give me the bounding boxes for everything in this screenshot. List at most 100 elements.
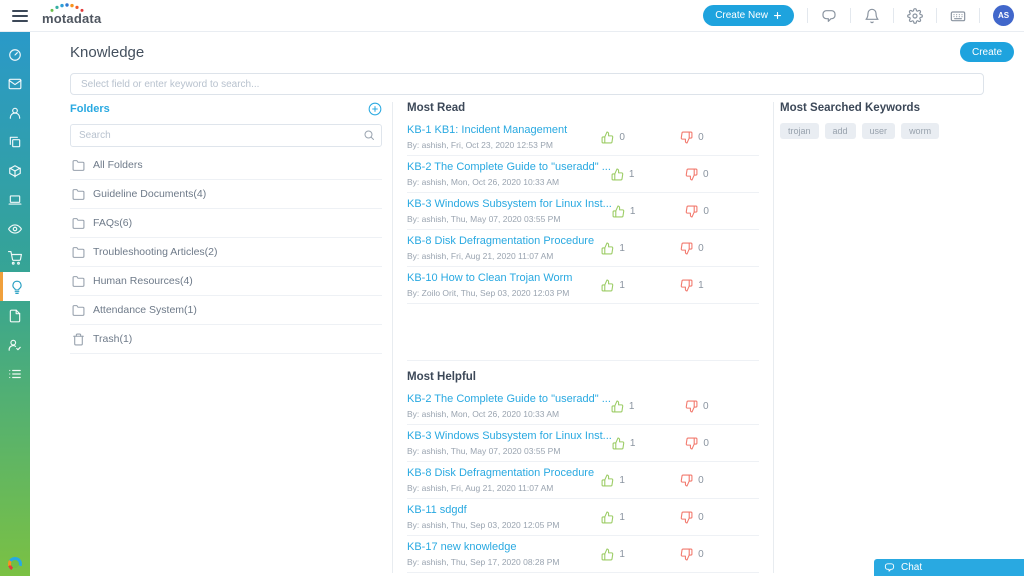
thumbs-down-button[interactable]: 0 — [680, 548, 759, 561]
sidebar-item-copy-icon[interactable] — [0, 127, 30, 156]
keyword-tag[interactable]: trojan — [780, 123, 819, 139]
article-link[interactable]: KB-3 Windows Subsystem for Linux Inst... — [407, 430, 612, 443]
like-count: 1 — [619, 243, 625, 254]
thumbs-down-icon — [680, 474, 693, 487]
thumbs-up-icon — [601, 242, 614, 255]
sidebar-item-mail-icon[interactable] — [0, 69, 30, 98]
folder-icon — [72, 217, 85, 230]
keyword-tag[interactable]: worm — [901, 123, 939, 139]
avatar[interactable]: AS — [993, 5, 1014, 26]
keyword-tag[interactable]: user — [862, 123, 896, 139]
folder-item[interactable]: Guideline Documents(4) — [70, 180, 382, 209]
keyword-tag[interactable]: add — [825, 123, 856, 139]
sidebar-item-bulb-icon[interactable] — [0, 272, 30, 301]
folder-item[interactable]: Trash(1) — [70, 325, 382, 354]
folder-item[interactable]: FAQs(6) — [70, 209, 382, 238]
thumbs-down-button[interactable]: 0 — [685, 168, 759, 181]
thumbs-up-button[interactable]: 1 — [601, 474, 680, 487]
divider — [936, 8, 937, 23]
article-link[interactable]: KB-2 The Complete Guide to "useradd" ... — [407, 393, 611, 406]
folder-item[interactable]: All Folders — [70, 151, 382, 180]
dislike-count: 0 — [703, 206, 709, 217]
gear-icon[interactable] — [907, 8, 923, 24]
sidebar-item-gauge-icon[interactable] — [0, 40, 30, 69]
sidebar-item-file-icon[interactable] — [0, 301, 30, 330]
folder-search-input[interactable] — [70, 124, 382, 147]
folder-icon — [72, 159, 85, 172]
chat-icon[interactable] — [821, 8, 837, 24]
keyboard-icon[interactable] — [950, 8, 966, 24]
folder-item[interactable]: Troubleshooting Articles(2) — [70, 238, 382, 267]
divider — [850, 8, 851, 23]
thumbs-down-button[interactable]: 1 — [680, 279, 759, 292]
menu-icon[interactable] — [12, 10, 28, 22]
dislike-count: 0 — [698, 475, 704, 486]
folder-icon — [72, 275, 85, 288]
folder-icon — [72, 246, 85, 259]
article-byline: By: ashish, Thu, May 07, 2020 03:55 PM — [407, 214, 612, 224]
brand-logo: motadata — [42, 3, 101, 28]
sidebar-item-user-check-icon[interactable] — [0, 330, 30, 359]
article-link[interactable]: KB-8 Disk Defragmentation Procedure — [407, 467, 601, 480]
article-link[interactable]: KB-17 new knowledge — [407, 541, 601, 554]
article-byline: By: ashish, Fri, Oct 23, 2020 12:53 PM — [407, 140, 601, 150]
chat-label: Chat — [901, 562, 922, 573]
bell-icon[interactable] — [864, 8, 880, 24]
like-count: 0 — [619, 132, 625, 143]
article-byline: By: Zoilo Orit, Thu, Sep 03, 2020 12:03 … — [407, 288, 601, 298]
sidebar-item-cart-icon[interactable] — [0, 243, 30, 272]
thumbs-up-icon — [601, 474, 614, 487]
thumbs-up-button[interactable]: 1 — [601, 548, 680, 561]
thumbs-down-button[interactable]: 0 — [685, 400, 759, 413]
article-row: KB-3 Windows Subsystem for Linux Inst...… — [407, 193, 759, 230]
thumbs-up-button[interactable]: 1 — [611, 168, 685, 181]
article-link[interactable]: KB-1 KB1: Incident Management — [407, 124, 601, 137]
article-link[interactable]: KB-11 sdgdf — [407, 504, 601, 517]
thumbs-down-button[interactable]: 0 — [685, 205, 759, 218]
article-link[interactable]: KB-8 Disk Defragmentation Procedure — [407, 235, 601, 248]
article-link[interactable]: KB-10 How to Clean Trojan Worm — [407, 272, 601, 285]
thumbs-up-button[interactable]: 1 — [611, 400, 685, 413]
folder-label: Trash(1) — [93, 333, 132, 345]
sidebar-item-list-icon[interactable] — [0, 359, 30, 388]
dislike-count: 0 — [698, 132, 704, 143]
thumbs-down-icon — [685, 205, 698, 218]
thumbs-up-button[interactable]: 1 — [612, 205, 686, 218]
article-row: KB-8 Disk Defragmentation Procedure By: … — [407, 230, 759, 267]
create-new-button[interactable]: Create New — [703, 5, 794, 26]
topbar: motadata Create New AS — [0, 0, 1024, 32]
thumbs-up-button[interactable]: 1 — [601, 242, 680, 255]
thumbs-down-button[interactable]: 0 — [680, 131, 759, 144]
thumbs-up-button[interactable]: 1 — [601, 511, 680, 524]
thumbs-down-button[interactable]: 0 — [685, 437, 759, 450]
sidebar-item-box-icon[interactable] — [0, 156, 30, 185]
thumbs-up-icon — [601, 511, 614, 524]
sidebar-item-eye-icon[interactable] — [0, 214, 30, 243]
thumbs-down-button[interactable]: 0 — [680, 511, 759, 524]
thumbs-up-icon — [601, 131, 614, 144]
article-link[interactable]: KB-3 Windows Subsystem for Linux Inst... — [407, 198, 612, 211]
divider — [893, 8, 894, 23]
folders-panel: Folders All Folders — [70, 102, 392, 573]
folder-item[interactable]: Attendance System(1) — [70, 296, 382, 325]
brand-dots-icon — [49, 3, 87, 12]
folder-label: All Folders — [93, 159, 143, 171]
article-row: KB-8 Disk Defragmentation Procedure By: … — [407, 462, 759, 499]
sidebar-item-laptop-icon[interactable] — [0, 185, 30, 214]
article-row: KB-2 The Complete Guide to "useradd" ...… — [407, 156, 759, 193]
sidebar-item-user-icon[interactable] — [0, 98, 30, 127]
thumbs-up-button[interactable]: 1 — [601, 279, 680, 292]
article-row: KB-2 The Complete Guide to "useradd" ...… — [407, 388, 759, 425]
add-folder-icon[interactable] — [368, 102, 382, 116]
thumbs-up-button[interactable]: 1 — [612, 437, 686, 450]
article-link[interactable]: KB-2 The Complete Guide to "useradd" ... — [407, 161, 611, 174]
folder-item[interactable]: Human Resources(4) — [70, 267, 382, 296]
thumbs-down-button[interactable]: 0 — [680, 474, 759, 487]
article-row: KB-11 sdgdf By: ashish, Thu, Sep 03, 202… — [407, 499, 759, 536]
thumbs-down-button[interactable]: 0 — [680, 242, 759, 255]
create-button[interactable]: Create — [960, 42, 1014, 62]
chat-button[interactable]: Chat — [874, 559, 1024, 576]
thumbs-up-icon — [612, 205, 625, 218]
thumbs-up-button[interactable]: 0 — [601, 131, 680, 144]
global-search-input[interactable] — [70, 73, 984, 95]
